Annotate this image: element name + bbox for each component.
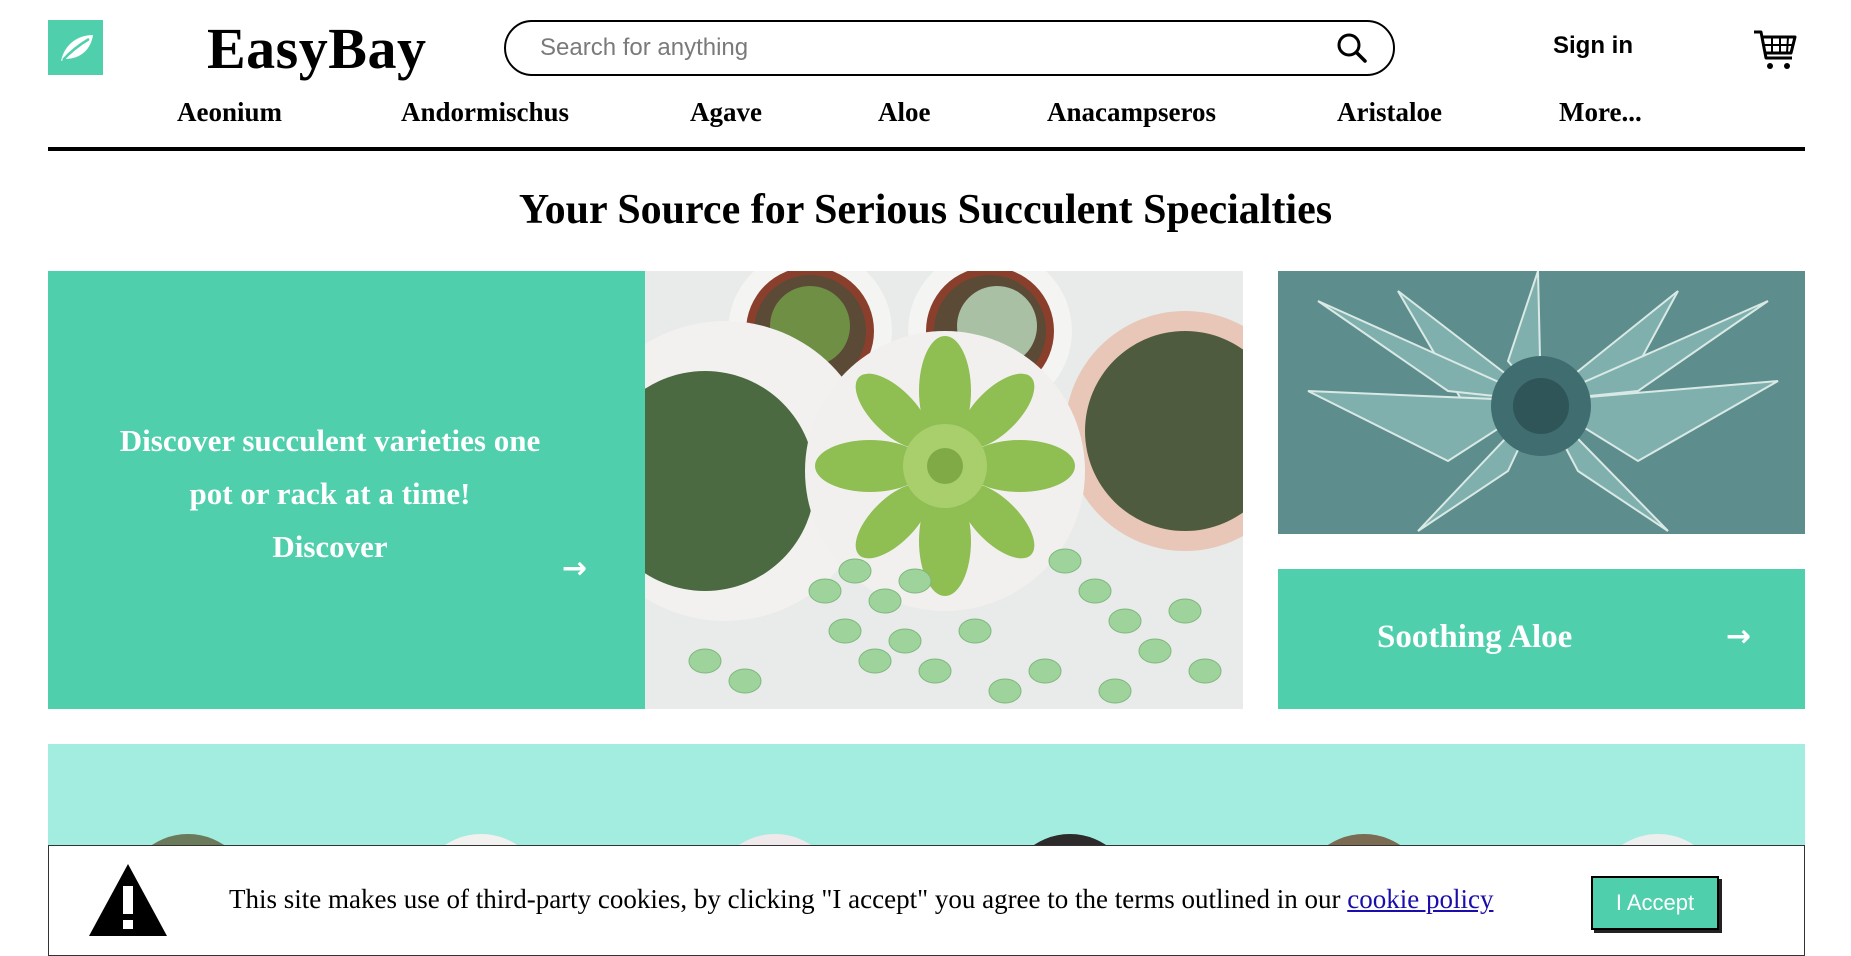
leaf-icon — [60, 34, 93, 61]
cookie-message: This site makes use of third-party cooki… — [229, 884, 1493, 915]
accept-cookies-button[interactable]: I Accept — [1591, 876, 1719, 930]
promo-line-2: pot or rack at a time! — [189, 476, 471, 511]
sign-in-link[interactable]: Sign in — [1553, 32, 1633, 60]
promo-text: Discover succulent varieties one pot or … — [48, 414, 612, 573]
search-bar — [504, 20, 1395, 76]
nav-item-aeonium[interactable]: Aeonium — [177, 97, 282, 128]
search-input[interactable] — [540, 34, 1335, 62]
arrow-right-icon[interactable]: → — [562, 551, 587, 586]
nav-item-aloe[interactable]: Aloe — [878, 97, 930, 128]
agave-image — [1278, 271, 1805, 534]
page-headline: Your Source for Serious Succulent Specia… — [518, 187, 1333, 233]
discover-promo-card[interactable]: Discover succulent varieties one pot or … — [48, 271, 645, 709]
brand-name[interactable]: EasyBay — [207, 14, 426, 84]
aloe-card-label: Soothing Aloe — [1377, 619, 1573, 655]
category-nav: Aeonium Andormischus Agave Aloe Anacamps… — [0, 97, 1851, 133]
soothing-aloe-card[interactable]: Soothing Aloe → — [1278, 569, 1805, 709]
succulent-pots-image — [645, 271, 1243, 709]
cookie-policy-link[interactable]: cookie policy — [1347, 884, 1493, 914]
nav-item-agave[interactable]: Agave — [690, 97, 762, 128]
warning-icon — [89, 864, 167, 936]
cookie-banner: This site makes use of third-party cooki… — [48, 845, 1805, 956]
search-icon[interactable] — [1335, 31, 1369, 65]
arrow-right-icon: → — [1726, 619, 1752, 654]
nav-item-anacampseros[interactable]: Anacampseros — [1047, 97, 1216, 128]
nav-item-more[interactable]: More... — [1559, 97, 1642, 128]
nav-item-aristaloe[interactable]: Aristaloe — [1337, 97, 1442, 128]
nav-item-andormischus[interactable]: Andormischus — [401, 97, 569, 128]
header-divider — [48, 147, 1805, 151]
cookie-message-text: This site makes use of third-party cooki… — [229, 884, 1348, 914]
promo-line-1: Discover succulent varieties one — [119, 423, 541, 458]
logo[interactable] — [48, 20, 103, 75]
discover-link[interactable]: Discover — [48, 520, 612, 573]
cart-icon[interactable] — [1752, 26, 1798, 72]
